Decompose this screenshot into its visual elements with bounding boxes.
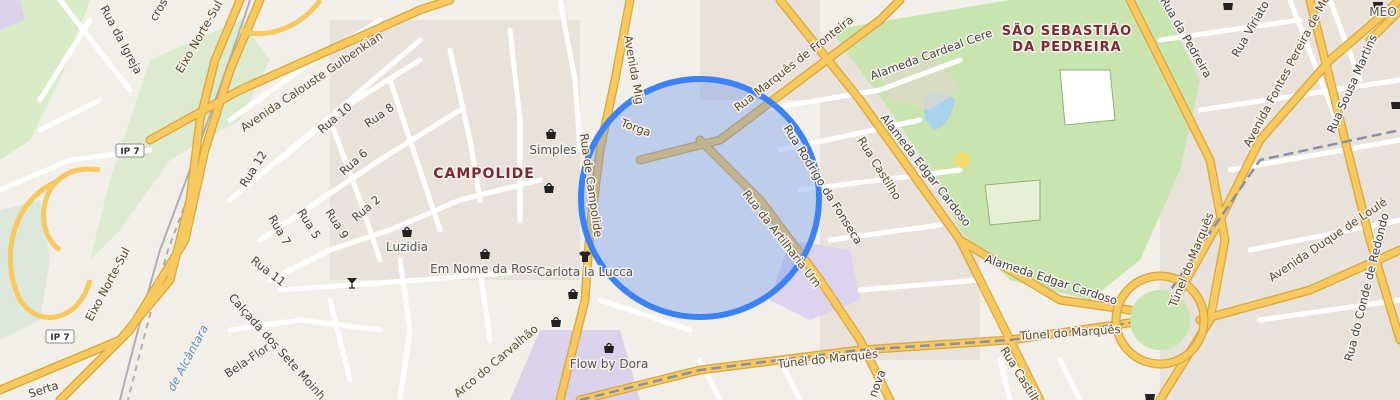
search-radius-circle[interactable] [578, 76, 822, 320]
poi-label-carlota[interactable]: Carlota la Lucca [535, 264, 634, 281]
shopping-bag-icon[interactable] [1391, 102, 1400, 109]
poi-label-flow-by-dora[interactable]: Flow by Dora [568, 356, 650, 373]
poi-label-simples[interactable]: Simples [528, 142, 578, 159]
map-canvas[interactable]: IP 7 IP 7 CAMPOLIDE SÃO SEBASTIÃO DA PED… [0, 0, 1400, 400]
poi-label-em-nome-da-rosa[interactable]: Em Nome da Rosa [429, 261, 542, 278]
area-label-sao-sebastiao-1: SÃO SEBASTIÃO [1002, 23, 1132, 39]
area-label-sao-sebastiao-2: DA PEDREIRA [1012, 40, 1121, 55]
garden-square [984, 179, 1041, 226]
ip7-shield-bottom: IP 7 [45, 329, 75, 344]
map-view[interactable]: IP 7 IP 7 CAMPOLIDE SÃO SEBASTIÃO DA PED… [0, 0, 1400, 400]
poi-label-meo[interactable]: MEO [1368, 4, 1398, 21]
shopping-bag-icon[interactable] [1223, 3, 1233, 10]
shopping-bag-icon[interactable] [1145, 394, 1155, 400]
ip7-shield-top: IP 7 [115, 143, 145, 158]
ip7-shield-bottom-label: IP 7 [50, 333, 69, 343]
area-label-campolide: CAMPOLIDE [433, 166, 535, 182]
ip7-shield-top-label: IP 7 [120, 147, 139, 157]
poi-label-luzidia[interactable]: Luzidia [384, 239, 429, 256]
playground-area [954, 152, 970, 168]
sports-field [1059, 69, 1116, 126]
